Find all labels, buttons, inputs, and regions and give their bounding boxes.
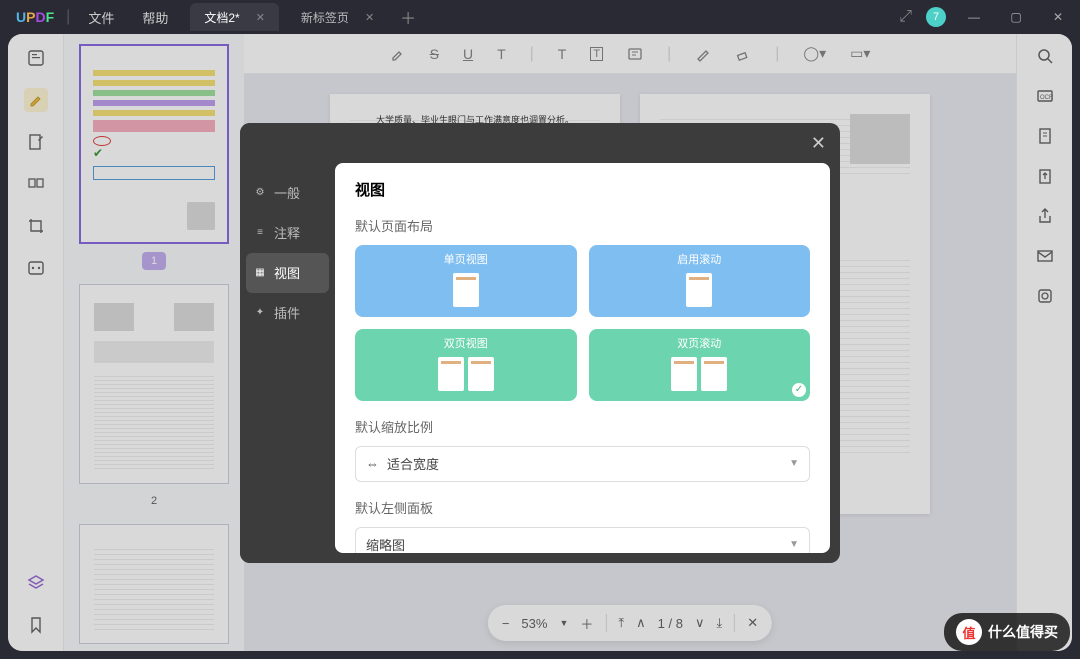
layout-two-page-scroll[interactable]: 双页滚动 ✓ — [589, 329, 811, 401]
minimize-button[interactable]: — — [960, 10, 988, 24]
list-icon: ≡ — [254, 227, 266, 239]
tab-label: 新标签页 — [301, 9, 349, 26]
view-icon: ▦ — [254, 267, 266, 279]
user-avatar[interactable]: 7 — [926, 7, 946, 27]
menu-file[interactable]: 文件 — [74, 8, 128, 27]
layout-single-page[interactable]: 单页视图 — [355, 245, 577, 317]
sidebar-item-view[interactable]: ▦视图 — [246, 253, 329, 293]
maximize-button[interactable]: ▢ — [1002, 10, 1030, 24]
gear-icon: ⚙ — [254, 187, 266, 199]
titlebar: UPDF | 文件 帮助 文档2* ✕ 新标签页 ✕ ＋ ⤢ 7 — ▢ ✕ — [0, 0, 1080, 34]
app-logo: UPDF — [16, 9, 54, 25]
zoom-section-label: 默认缩放比例 — [355, 417, 810, 436]
modal-content: 视图 默认页面布局 单页视图 启用滚动 双页视图 — [335, 163, 830, 553]
plugin-icon: ✦ — [254, 307, 266, 319]
tab-label: 文档2* — [204, 9, 239, 26]
default-left-panel-select[interactable]: 缩略图 ▼ — [355, 527, 810, 553]
watermark-badge: 值 什么值得买 — [944, 613, 1070, 651]
modal-title: 视图 — [355, 179, 810, 200]
tab-new[interactable]: 新标签页 ✕ — [287, 3, 388, 31]
menu-help[interactable]: 帮助 — [128, 8, 182, 27]
layout-section-label: 默认页面布局 — [355, 216, 810, 235]
chevron-down-icon: ▼ — [789, 539, 799, 550]
sidebar-item-annotate[interactable]: ≡注释 — [240, 213, 335, 253]
settings-modal-overlay: ✕ ⚙一般 ≡注释 ▦视图 ✦插件 视图 默认页面布局 单页视图 启用滚动 — [8, 34, 1072, 651]
modal-close-button[interactable]: ✕ — [811, 133, 826, 154]
modal-sidebar: ⚙一般 ≡注释 ▦视图 ✦插件 — [240, 123, 335, 563]
check-icon: ✓ — [792, 383, 806, 397]
app-window: ✔ 1 2 S U T | T T | | — [8, 34, 1072, 651]
badge-text: 什么值得买 — [988, 622, 1058, 642]
close-icon[interactable]: ✕ — [365, 11, 374, 24]
sidebar-item-general[interactable]: ⚙一般 — [240, 173, 335, 213]
chevron-down-icon: ▼ — [789, 458, 799, 469]
default-zoom-select[interactable]: ⇔适合宽度 ▼ — [355, 446, 810, 482]
layout-enable-scroll[interactable]: 启用滚动 — [589, 245, 811, 317]
expand-icon[interactable]: ⤢ — [899, 8, 912, 26]
add-tab-button[interactable]: ＋ — [400, 5, 416, 29]
sidebar-item-plugin[interactable]: ✦插件 — [240, 293, 335, 333]
fit-width-icon: ⇔ — [366, 456, 379, 471]
settings-modal: ✕ ⚙一般 ≡注释 ▦视图 ✦插件 视图 默认页面布局 单页视图 启用滚动 — [240, 123, 840, 563]
tab-doc2[interactable]: 文档2* ✕ — [190, 3, 279, 31]
layout-two-page[interactable]: 双页视图 — [355, 329, 577, 401]
close-button[interactable]: ✕ — [1044, 10, 1072, 24]
left-panel-section-label: 默认左侧面板 — [355, 498, 810, 517]
close-icon[interactable]: ✕ — [256, 11, 265, 24]
badge-icon: 值 — [956, 619, 982, 645]
